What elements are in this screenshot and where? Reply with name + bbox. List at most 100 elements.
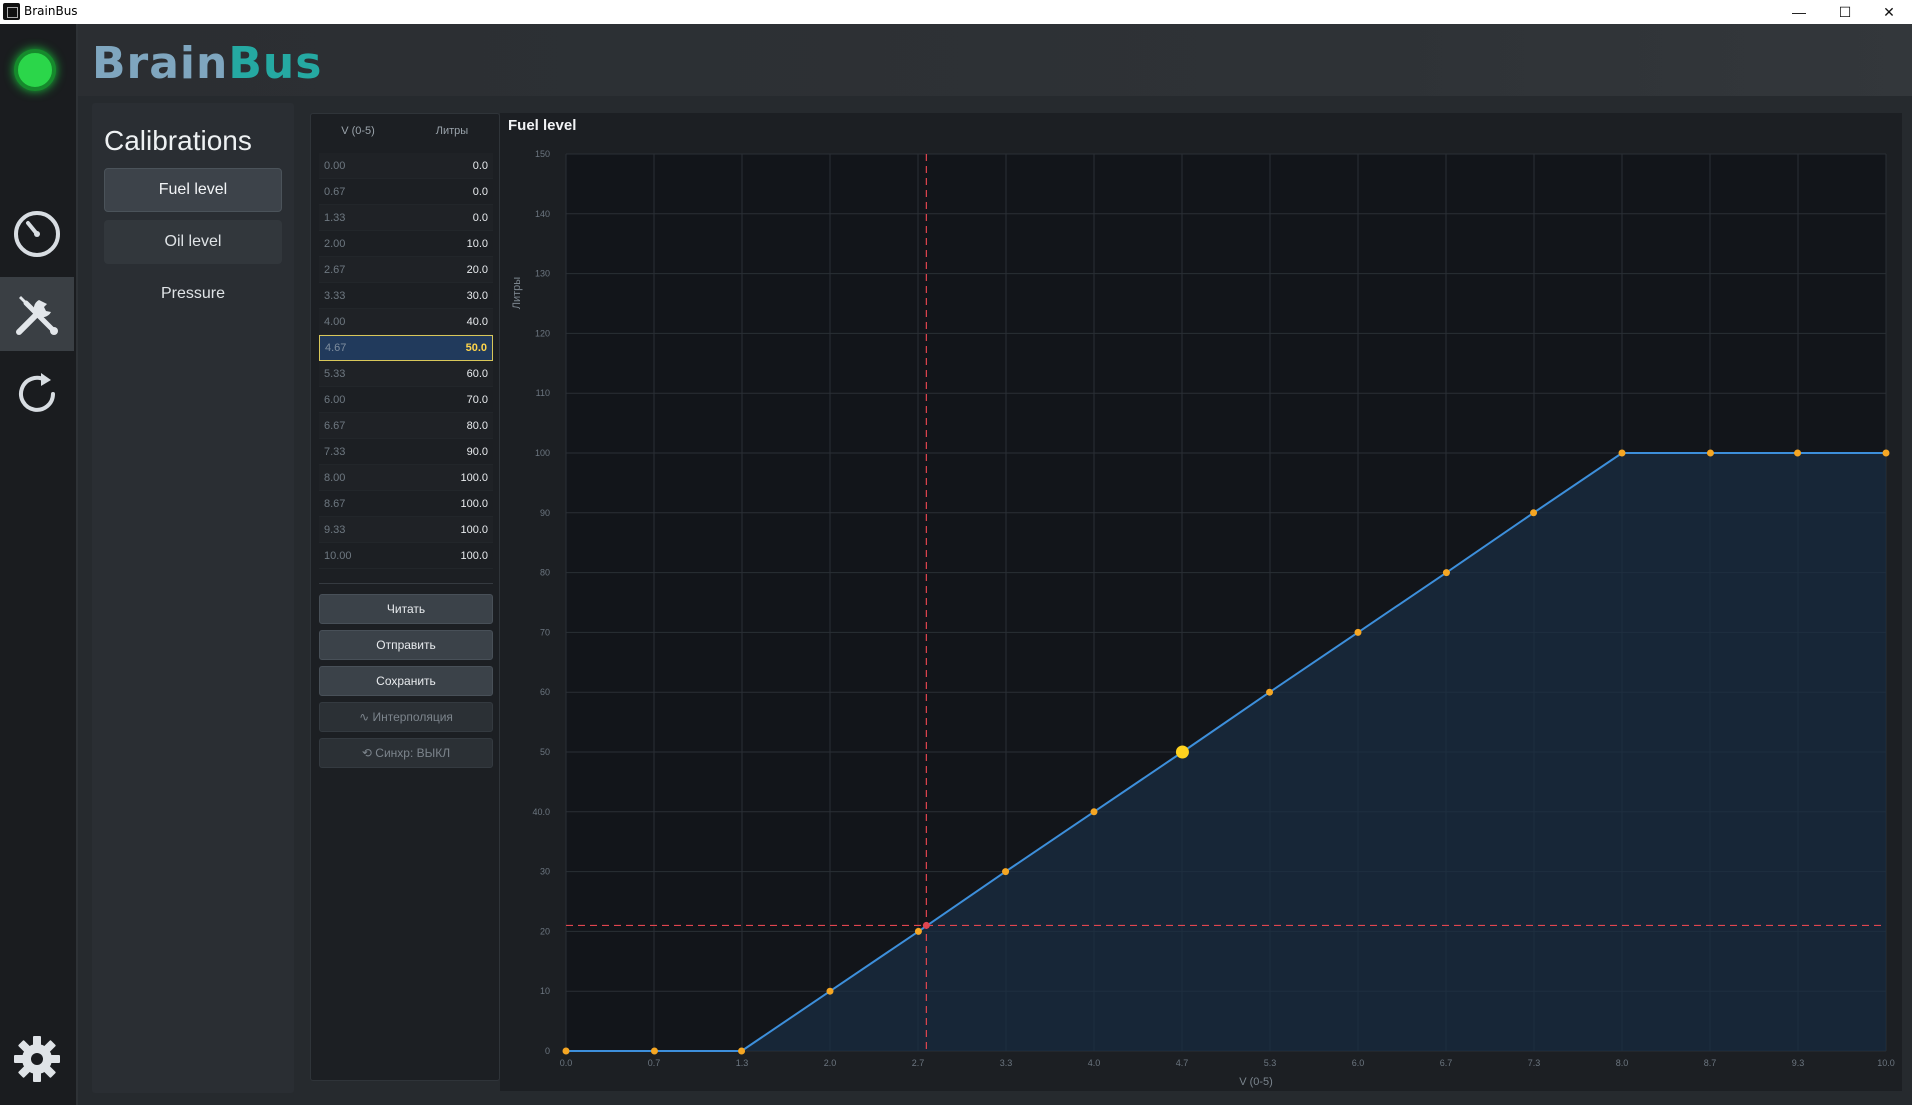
cell-voltage: 6.67 (324, 419, 346, 432)
table-row[interactable]: 9.33 100.0 (319, 517, 493, 543)
interpolation-button[interactable]: ∿ Интерполяция (319, 702, 493, 732)
minimize-button[interactable]: — (1776, 0, 1822, 24)
cell-liters[interactable]: 80.0 (467, 420, 488, 432)
data-point[interactable] (1706, 449, 1714, 457)
table-divider (319, 583, 493, 584)
x-tick-label: 0.7 (648, 1058, 661, 1068)
table-row[interactable]: 0.67 0.0 (319, 179, 493, 205)
y-tick-label: 20 (540, 926, 550, 936)
table-row[interactable]: 3.33 30.0 (319, 283, 493, 309)
cell-voltage: 0.67 (324, 185, 346, 198)
x-tick-label: 4.0 (1088, 1058, 1101, 1068)
data-point[interactable] (1354, 628, 1362, 636)
data-point[interactable] (826, 987, 834, 995)
x-tick-label: 0.0 (560, 1058, 573, 1068)
table-row[interactable]: 0.00 0.0 (319, 153, 493, 179)
logo-brain: Brain (92, 38, 229, 89)
table-row[interactable]: 6.00 70.0 (319, 387, 493, 413)
cell-liters[interactable]: 40.0 (467, 316, 488, 328)
refresh-nav-button[interactable] (0, 357, 74, 431)
x-tick-label: 8.0 (1616, 1058, 1629, 1068)
cell-liters[interactable]: 50.0 (466, 342, 487, 354)
data-point[interactable] (1266, 688, 1274, 696)
y-tick-label: 40.0 (532, 807, 550, 817)
x-tick-label: 2.0 (824, 1058, 837, 1068)
data-point[interactable] (1442, 569, 1450, 577)
table-row[interactable]: 2.67 20.0 (319, 257, 493, 283)
cell-liters[interactable]: 10.0 (467, 238, 488, 250)
cell-liters[interactable]: 0.0 (473, 186, 488, 198)
cell-liters[interactable]: 70.0 (467, 394, 488, 406)
calibrations-panel: Calibrations Fuel level Oil level Pressu… (92, 103, 294, 1093)
chart-title: Fuel level (508, 117, 577, 134)
settings-nav-button[interactable] (0, 1022, 74, 1096)
y-tick-label: 0 (545, 1046, 550, 1056)
calibration-fuel-level[interactable]: Fuel level (104, 168, 282, 212)
data-point[interactable] (914, 927, 922, 935)
cell-liters[interactable]: 100.0 (460, 498, 488, 510)
data-point[interactable] (1530, 509, 1538, 517)
y-tick-label: 80 (540, 568, 550, 578)
app-header: BrainBus (78, 24, 1912, 96)
calibration-pressure[interactable]: Pressure (104, 272, 282, 316)
logo-bus: Bus (228, 38, 323, 89)
table-row[interactable]: 5.33 60.0 (319, 361, 493, 387)
cell-voltage: 9.33 (324, 523, 346, 536)
x-tick-label: 6.0 (1352, 1058, 1365, 1068)
save-button[interactable]: Сохранить (319, 666, 493, 696)
maximize-button[interactable]: ☐ (1822, 0, 1868, 24)
cell-liters[interactable]: 60.0 (467, 368, 488, 380)
send-button[interactable]: Отправить (319, 630, 493, 660)
cell-liters[interactable]: 30.0 (467, 290, 488, 302)
data-point[interactable] (1090, 808, 1098, 816)
crosshair-point (922, 921, 930, 929)
x-tick-label: 10.0 (1877, 1058, 1895, 1068)
cell-liters[interactable]: 0.0 (473, 160, 488, 172)
table-row[interactable]: 4.67 50.0 (319, 335, 493, 361)
cell-voltage: 4.67 (325, 342, 347, 354)
x-axis-label: V (0-5) (1239, 1076, 1273, 1088)
cell-liters[interactable]: 0.0 (473, 212, 488, 224)
table-row[interactable]: 6.67 80.0 (319, 413, 493, 439)
calibration-table-panel: V (0-5) Литры 0.00 0.0 0.67 0.0 1.33 0.0 2.00 1… (310, 113, 500, 1081)
calibration-oil-level[interactable]: Oil level (104, 220, 282, 264)
cell-liters[interactable]: 100.0 (460, 524, 488, 536)
tools-nav-button[interactable] (0, 277, 74, 351)
cell-voltage: 2.67 (324, 263, 346, 276)
table-row[interactable]: 7.33 90.0 (319, 439, 493, 465)
gauge-icon (14, 211, 60, 257)
table-row[interactable]: 10.00 100.0 (319, 543, 493, 569)
cell-liters[interactable]: 20.0 (467, 264, 488, 276)
data-point[interactable] (1882, 449, 1890, 457)
table-row[interactable]: 1.33 0.0 (319, 205, 493, 231)
table-row[interactable]: 4.00 40.0 (319, 309, 493, 335)
connection-status-icon (14, 49, 56, 91)
x-tick-label: 2.7 (912, 1058, 925, 1068)
cell-liters[interactable]: 100.0 (460, 472, 488, 484)
y-tick-label: 100 (535, 448, 550, 458)
data-point[interactable] (562, 1047, 570, 1055)
table-header: V (0-5) Литры (311, 114, 499, 148)
cell-liters[interactable]: 90.0 (467, 446, 488, 458)
read-button[interactable]: Читать (319, 594, 493, 624)
cell-liters[interactable]: 100.0 (460, 550, 488, 562)
table-row[interactable]: 8.67 100.0 (319, 491, 493, 517)
data-point[interactable] (1794, 449, 1802, 457)
cell-voltage: 7.33 (324, 445, 346, 458)
data-point-selected[interactable] (1175, 745, 1189, 759)
data-point[interactable] (738, 1047, 746, 1055)
data-point[interactable] (650, 1047, 658, 1055)
cell-voltage: 3.33 (324, 289, 346, 302)
window-titlebar: BrainBus — ☐ ✕ (0, 0, 1912, 24)
table-row[interactable]: 2.00 10.0 (319, 231, 493, 257)
sync-toggle-button[interactable]: ⟲ Синхр: ВЫКЛ (319, 738, 493, 768)
y-tick-label: 110 (536, 388, 550, 398)
close-button[interactable]: ✕ (1866, 0, 1912, 24)
x-tick-label: 1.3 (736, 1058, 749, 1068)
cell-voltage: 1.33 (324, 211, 346, 224)
data-point[interactable] (1618, 449, 1626, 457)
data-point[interactable] (1002, 868, 1010, 876)
gauge-nav-button[interactable] (0, 197, 74, 271)
table-row[interactable]: 8.00 100.0 (319, 465, 493, 491)
calibration-chart[interactable]: 0 10 20 30 40.0 50 60 70 80 90 100 110 120 130 140 150 0… (500, 143, 1902, 1088)
